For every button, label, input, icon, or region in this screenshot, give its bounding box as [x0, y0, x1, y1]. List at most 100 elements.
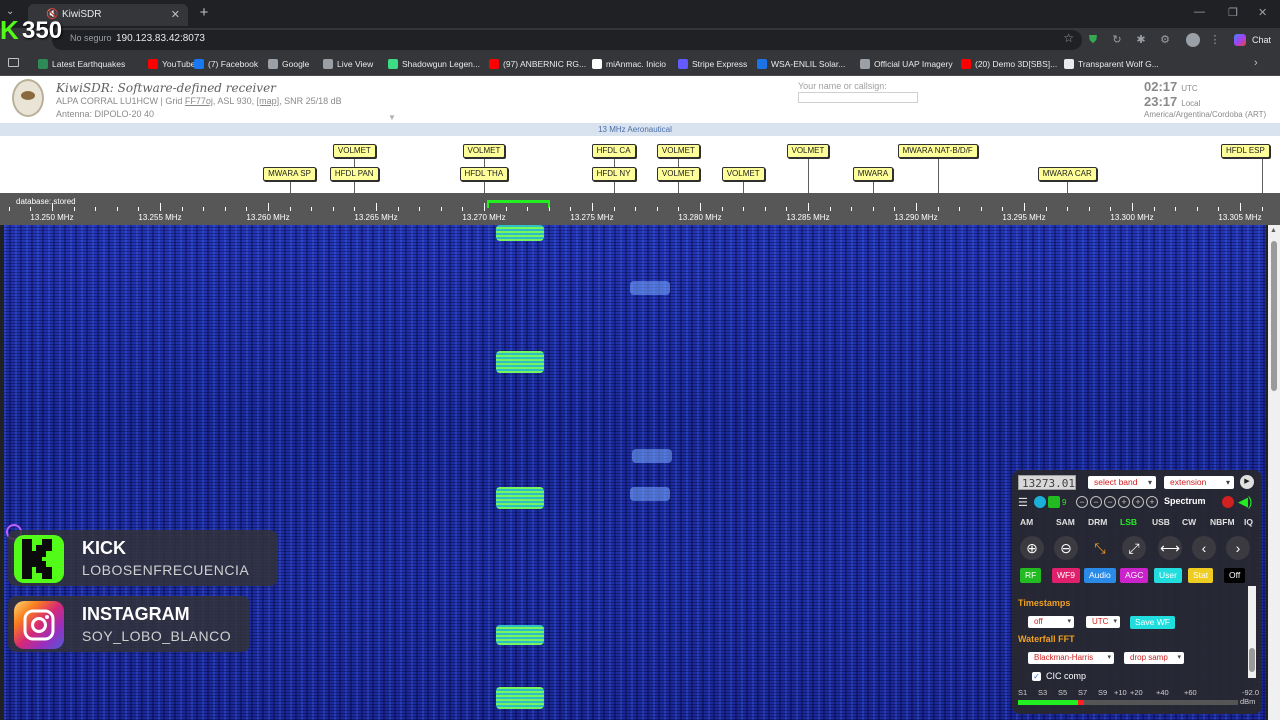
mode-drm-button[interactable]: DRM [1088, 516, 1107, 529]
scroll-up-arrow-icon[interactable]: ▲ [1270, 227, 1277, 234]
bookmark-star-icon[interactable]: ☆ [1063, 31, 1074, 45]
station-label[interactable]: HFDL THA [459, 167, 509, 181]
step-forward-icon[interactable]: › [1226, 536, 1250, 560]
zoom-minus-icon[interactable]: − [1090, 496, 1102, 508]
band-select[interactable]: select band [1088, 476, 1156, 489]
mode-usb-button[interactable]: USB [1152, 516, 1170, 529]
station-label[interactable]: VOLMET [656, 144, 700, 158]
settings-scroll-thumb[interactable] [1249, 648, 1255, 672]
timestamps-select[interactable]: off [1028, 616, 1074, 628]
callsign-input[interactable] [798, 92, 918, 103]
zoom-minus-icon[interactable]: − [1076, 496, 1088, 508]
hamburger-menu-icon[interactable]: ☰ [1018, 496, 1028, 510]
zoom-to-band-icon[interactable]: ⤡ [1088, 536, 1112, 560]
bookmark-item[interactable]: Shadowgun Legen... [388, 57, 480, 71]
station-label[interactable]: VOLMET [462, 144, 506, 158]
cic-comp-checkbox[interactable]: ✓ [1032, 672, 1041, 681]
address-bar[interactable]: No seguro 190.123.83.42:8073 ☆ [52, 30, 1082, 50]
station-label[interactable]: VOLMET [721, 167, 765, 181]
zoom-in-icon[interactable]: ⊕ [1020, 536, 1044, 560]
not-secure-label[interactable]: No seguro [70, 33, 112, 43]
header-collapse-arrow-icon[interactable]: ▼ [388, 113, 396, 122]
station-label[interactable]: VOLMET [656, 167, 700, 181]
tab-stat[interactable]: Stat [1188, 568, 1214, 583]
zoom-plus-icon[interactable]: + [1146, 496, 1158, 508]
spectrum-toggle[interactable]: Spectrum [1164, 496, 1206, 506]
utc-select[interactable]: UTC [1086, 616, 1120, 628]
mode-nbfm-button[interactable]: NBFM [1210, 516, 1235, 529]
station-label[interactable]: MWARA [852, 167, 894, 181]
step-back-icon[interactable]: ‹ [1192, 536, 1216, 560]
station-label[interactable]: MWARA SP [263, 167, 316, 181]
zoom-minus-icon[interactable]: − [1104, 496, 1116, 508]
save-wf-button[interactable]: Save WF [1130, 616, 1175, 629]
link-icon[interactable] [1048, 496, 1060, 508]
fft-window-select[interactable]: Blackman-Harris [1028, 652, 1114, 664]
shield-extension-icon[interactable]: ⛊ [1086, 33, 1100, 47]
settings-scrollbar[interactable] [1248, 586, 1256, 678]
play-icon[interactable]: ▶ [1240, 475, 1254, 489]
bookmark-item[interactable]: Official UAP Imagery [860, 57, 953, 71]
station-label[interactable]: VOLMET [786, 144, 830, 158]
window-close-icon[interactable]: ✕ [1258, 6, 1267, 19]
zoom-full-icon[interactable]: ⟷ [1158, 536, 1182, 560]
menu-kebab-icon[interactable]: ⋮ [1208, 33, 1222, 47]
tab-off[interactable]: Off [1224, 568, 1246, 583]
band-bar[interactable]: 13 MHz Aeronautical [0, 123, 1280, 136]
tab-wf9[interactable]: WF9 [1052, 568, 1080, 583]
grid-link[interactable]: FF77oj [185, 96, 213, 106]
bookmark-item[interactable]: Latest Earthquakes [38, 57, 125, 71]
tab-agc[interactable]: AGC [1120, 568, 1149, 583]
station-label[interactable]: HFDL ESP [1221, 144, 1270, 158]
station-label[interactable]: HFDL NY [591, 167, 636, 181]
bookmark-item[interactable]: miAnmac. Inicio [592, 57, 666, 71]
map-link[interactable]: [map] [257, 96, 280, 106]
bookmark-item[interactable]: (97) ANBERNIC RG... [489, 57, 586, 71]
bookmark-item[interactable]: Live View [323, 57, 373, 71]
bookmark-item[interactable]: Stripe Express [678, 57, 747, 71]
frequency-input[interactable]: 13273.01 [1018, 475, 1076, 490]
apps-grid-icon[interactable] [8, 58, 19, 67]
record-icon[interactable] [1222, 496, 1234, 508]
zoom-max-icon[interactable]: ⤢ [1122, 536, 1146, 560]
address-url[interactable]: 190.123.83.42:8073 [116, 33, 205, 44]
bookmark-item[interactable]: (20) Demo 3D[SBS]... [961, 57, 1057, 71]
mode-cw-button[interactable]: CW [1182, 516, 1196, 529]
frequency-scale[interactable]: database: stored 13.250 MHz 13.255 MHz 13.… [0, 193, 1280, 225]
new-tab-plus-icon[interactable]: + [194, 4, 214, 24]
waterfall-scrollbar[interactable]: ▲ [1268, 225, 1280, 720]
zoom-plus-icon[interactable]: + [1132, 496, 1144, 508]
station-label[interactable]: MWARA CAR [1037, 167, 1097, 181]
speaker-icon[interactable]: ◀) [1238, 494, 1252, 510]
maximize-icon[interactable]: ❐ [1228, 6, 1238, 19]
station-label[interactable]: VOLMET [332, 144, 376, 158]
mode-sam-button[interactable]: SAM [1056, 516, 1075, 529]
zoom-plus-icon[interactable]: + [1118, 496, 1130, 508]
bookmark-item[interactable]: Google [268, 57, 309, 71]
bookmark-item[interactable]: (7) Facebook [194, 57, 258, 71]
tab-close-icon[interactable]: ✕ [171, 4, 180, 26]
minimize-icon[interactable]: — [1194, 6, 1205, 18]
bookmark-item[interactable]: Transparent Wolf G... [1064, 57, 1159, 71]
extension-select[interactable]: extension [1164, 476, 1234, 489]
extensions-puzzle-icon[interactable]: ⚙ [1158, 33, 1172, 47]
station-label[interactable]: HFDL PAN [329, 167, 379, 181]
refresh-extension-icon[interactable]: ↻ [1110, 33, 1124, 47]
a-badge-icon[interactable] [1034, 496, 1046, 508]
mode-am-button[interactable]: AM [1020, 516, 1033, 529]
waterfall-scroll-thumb[interactable] [1271, 241, 1277, 391]
chat-button[interactable]: Chat [1232, 32, 1271, 48]
bookmark-item[interactable]: WSA-ENLIL Solar... [757, 57, 845, 71]
tab-rf[interactable]: RF [1020, 568, 1042, 583]
zoom-out-icon[interactable]: ⊖ [1054, 536, 1078, 560]
mode-iq-button[interactable]: IQ [1244, 516, 1253, 529]
station-label[interactable]: HFDL CA [591, 144, 636, 158]
pin-extension-icon[interactable]: ✱ [1134, 33, 1148, 47]
drop-samp-select[interactable]: drop samp [1124, 652, 1184, 664]
station-label[interactable]: MWARA NAT-B/D/F [897, 144, 978, 158]
bookmark-item[interactable]: YouTube [148, 57, 195, 71]
kiwi-bird-logo[interactable] [12, 79, 44, 117]
passband-indicator[interactable] [487, 200, 550, 208]
mode-lsb-button[interactable]: LSB [1120, 516, 1137, 529]
profile-avatar[interactable] [1186, 33, 1200, 47]
